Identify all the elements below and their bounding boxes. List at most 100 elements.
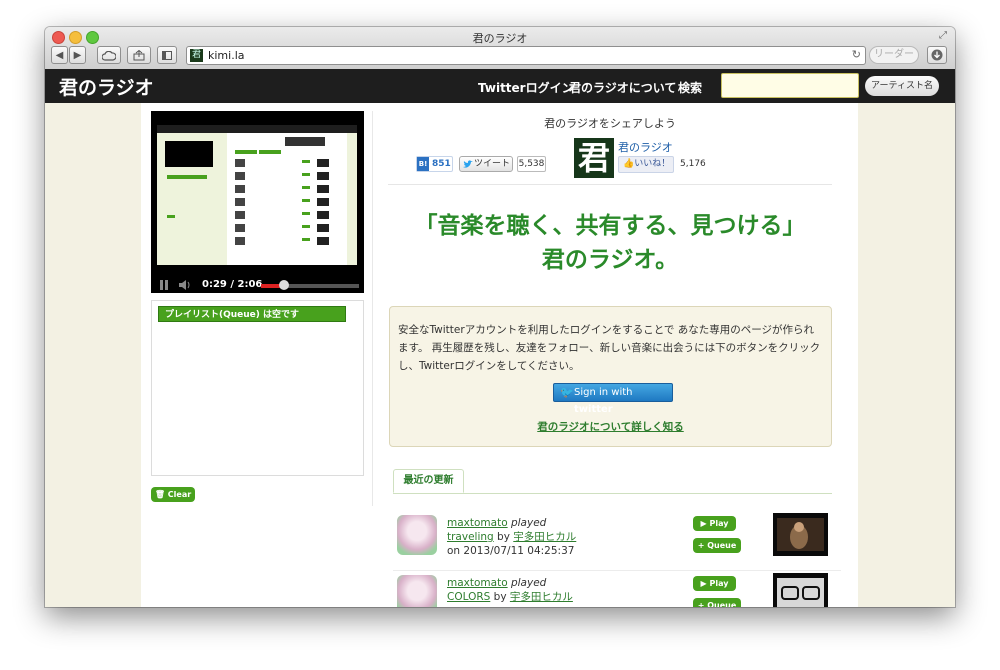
feed-text: maxtomato played traveling by 宇多田ヒカル on … <box>447 516 687 558</box>
nav-search[interactable]: 検索 <box>678 79 702 96</box>
row-separator <box>393 570 841 571</box>
artist-link[interactable]: 宇多田ヒカル <box>513 531 576 543</box>
window-title: 君のラジオ <box>472 32 528 45</box>
played-date: on 2013/07/11 04:25:37 <box>447 545 575 557</box>
pause-icon[interactable] <box>158 279 170 291</box>
video-thumbnail[interactable] <box>773 513 828 556</box>
share-icon <box>133 49 145 61</box>
hatena-bookmark-button[interactable]: B! 851 <box>416 156 453 172</box>
nav-about[interactable]: 君のラジオについて <box>569 79 676 96</box>
facebook-page-name[interactable]: 君のラジオ <box>618 139 673 155</box>
plus-icon: + <box>697 541 705 550</box>
like-label: いいね！ <box>634 159 671 169</box>
download-icon <box>931 49 943 61</box>
site-logo[interactable]: 君のラジオ <box>59 73 154 100</box>
list-item: maxtomato played COLORS by 宇多田ヒカル ▶ Play… <box>393 573 841 607</box>
cloud-icon <box>101 50 117 61</box>
hero-line-2: 君のラジオ。 <box>541 247 679 273</box>
volume-icon[interactable] <box>178 279 192 291</box>
verb: played <box>510 577 547 589</box>
artist-name-button[interactable]: アーティスト名 <box>865 76 939 96</box>
tweet-button[interactable]: ツイート <box>459 156 513 172</box>
reload-icon[interactable]: ↻ <box>852 48 861 61</box>
forward-button[interactable]: ▶ <box>69 46 86 64</box>
video-screen[interactable] <box>157 125 357 275</box>
hatena-count: 851 <box>432 159 451 169</box>
hero-slogan: 「音楽を聴く、共有する、見つける」 君のラジオ。 <box>388 209 832 277</box>
share-title: 君のラジオをシェアしよう <box>544 117 676 130</box>
like-count: 5,176 <box>680 159 706 169</box>
video-thumbnail[interactable] <box>773 573 828 607</box>
clear-label: Clear <box>167 490 192 499</box>
reader-button[interactable]: リーダー <box>869 46 919 64</box>
by-label: by <box>493 591 507 603</box>
forward-arrow-icon: ▶ <box>73 50 82 61</box>
queue-button[interactable]: + Queue <box>693 538 741 553</box>
tab-recent-updates[interactable]: 最近の更新 <box>393 469 464 493</box>
downloads-button[interactable] <box>927 46 947 64</box>
video-frame-image <box>157 125 357 275</box>
site-favicon-icon: 君 <box>190 49 203 62</box>
verb: played <box>510 517 547 529</box>
facebook-like-button[interactable]: 👍いいね！ <box>618 156 674 173</box>
avatar[interactable] <box>397 575 437 607</box>
player-time: 0:29 / 2:06 <box>202 279 263 290</box>
plus-icon: + <box>697 601 705 607</box>
fullscreen-icon[interactable]: ⤢ <box>939 30 947 41</box>
url-text: kimi.la <box>208 49 245 62</box>
clear-queue-button[interactable]: 🗑 Clear <box>151 487 195 502</box>
feed-text: maxtomato played COLORS by 宇多田ヒカル <box>447 576 687 604</box>
site-header: 君のラジオ Twitterログイン 君のラジオについて 検索 アーティスト名 <box>45 69 955 103</box>
about-detail-link[interactable]: 君のラジオについて詳しく知る <box>390 419 831 434</box>
column-divider <box>372 111 373 506</box>
by-label: by <box>497 531 510 543</box>
address-bar[interactable]: 君 kimi.la ↻ <box>186 46 866 65</box>
twitter-bird-icon <box>463 160 473 168</box>
play-label: Play <box>709 519 729 528</box>
tweet-count: 5,538 <box>517 156 546 172</box>
twitter-bird-icon: 🐦 <box>560 386 574 399</box>
signin-prefix: Sign in with <box>574 387 633 398</box>
trash-icon: 🗑 <box>154 490 165 499</box>
share-button[interactable] <box>127 46 151 64</box>
play-icon: ▶ <box>700 579 707 588</box>
icloud-tabs-button[interactable] <box>97 46 121 64</box>
video-player[interactable]: 0:29 / 2:06 <box>151 111 364 293</box>
artist-link[interactable]: 宇多田ヒカル <box>510 591 573 603</box>
back-button[interactable]: ◀ <box>51 46 68 64</box>
track-link[interactable]: traveling <box>447 531 494 543</box>
queue-label: Queue <box>707 601 737 607</box>
nav-twitter-login[interactable]: Twitterログイン <box>478 79 574 96</box>
login-box: 安全なTwitterアカウントを利用したログインをすることで あなた専用のページ… <box>389 306 832 447</box>
queue-header: プレイリスト(Queue) は空です <box>158 306 346 322</box>
sidebar-button[interactable] <box>157 46 177 64</box>
user-link[interactable]: maxtomato <box>447 517 508 529</box>
player-controls: 0:29 / 2:06 <box>151 278 364 293</box>
separator <box>388 184 832 185</box>
play-button[interactable]: ▶ Play <box>693 516 736 531</box>
browser-window: 君のラジオ ⤢ ◀ ▶ 君 kimi.la ↻ リーダー 君のラジオ Twitt… <box>45 27 955 607</box>
progress-remaining[interactable] <box>284 284 359 288</box>
signin-brand: twitter <box>574 404 613 415</box>
search-input[interactable] <box>721 73 859 98</box>
play-icon: ▶ <box>700 519 707 528</box>
play-button[interactable]: ▶ Play <box>693 576 736 591</box>
sidebar-icon <box>162 51 172 60</box>
progress-knob[interactable] <box>279 280 289 290</box>
main-page: 0:29 / 2:06 プレイリスト(Queue) は空です 🗑 Clear 君… <box>141 103 858 607</box>
title-bar: 君のラジオ ⤢ ◀ ▶ 君 kimi.la ↻ リーダー <box>45 27 955 70</box>
back-arrow-icon: ◀ <box>55 50 64 61</box>
sign-in-with-twitter-button[interactable]: 🐦 Sign in with twitter <box>553 383 673 415</box>
thumbnail-image <box>773 573 828 607</box>
kimi-page-logo[interactable]: 君 <box>574 138 614 178</box>
play-label: Play <box>709 579 729 588</box>
user-link[interactable]: maxtomato <box>447 577 508 589</box>
queue-button[interactable]: + Queue <box>693 598 741 607</box>
queue-panel: プレイリスト(Queue) は空です <box>151 300 364 476</box>
thumbs-up-icon: 👍 <box>623 159 635 169</box>
track-link[interactable]: COLORS <box>447 591 490 603</box>
hatena-icon: B! <box>417 157 429 171</box>
recent-tabs: 最近の更新 <box>393 469 832 494</box>
avatar[interactable] <box>397 515 437 555</box>
login-description: 安全なTwitterアカウントを利用したログインをすることで あなた専用のページ… <box>398 324 821 372</box>
